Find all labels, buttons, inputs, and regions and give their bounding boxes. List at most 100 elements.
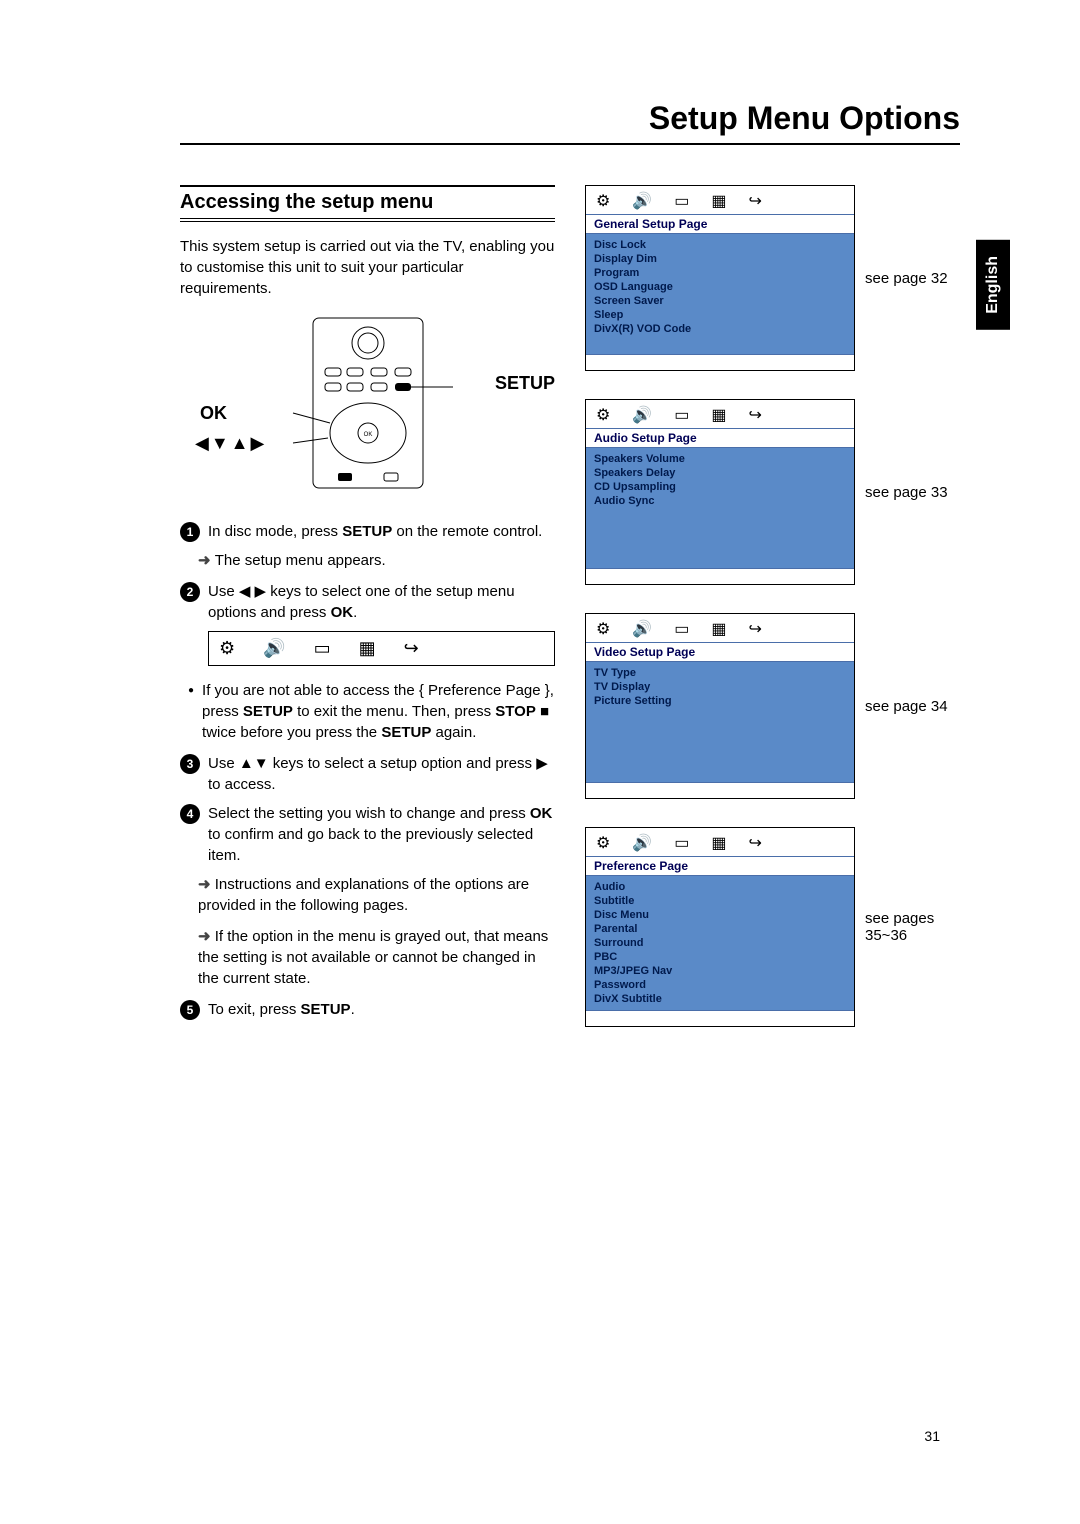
- osd-tab-row: ⚙ 🔊 ▭ ▦ ↪: [586, 400, 854, 428]
- left-column: Accessing the setup menu This system set…: [180, 185, 555, 1028]
- video-icon: ▭: [314, 638, 331, 659]
- step-number-icon: 5: [180, 1000, 200, 1020]
- osd-tab-icon: ⚙: [596, 191, 610, 211]
- osd-tab-row: ⚙ 🔊 ▭ ▦ ↪: [586, 828, 854, 856]
- osd-item: Disc Lock: [594, 238, 846, 252]
- osd-header: Audio Setup Page: [586, 428, 854, 448]
- osd-tab-icon: ⚙: [596, 833, 610, 853]
- osd-item: Subtitle: [594, 894, 846, 908]
- osd-tab-icon: ↪: [749, 833, 762, 853]
- osd-tab-row: ⚙🔊▭▦↪: [586, 614, 854, 642]
- osd-tab-icon: 🔊: [632, 619, 652, 639]
- osd-tab-row: ⚙ 🔊 ▭ ▦ ↪: [586, 186, 854, 214]
- osd-tab-icon: ⚙: [596, 405, 610, 425]
- osd-tab-icon: ▦: [711, 191, 726, 211]
- osd-tab-icon: ▭: [674, 405, 689, 425]
- arrows-label: ◀▼▲▶: [195, 433, 266, 454]
- osd-item: Surround: [594, 936, 846, 950]
- step-number-icon: 3: [180, 754, 200, 774]
- osd-tab-icon: ▦: [711, 619, 726, 639]
- remote-figure: OK SETUP ◀▼▲▶: [180, 313, 555, 503]
- osd-tab-icon: ⚙: [596, 619, 610, 639]
- osd-box: ⚙🔊▭▦↪Audio Setup PageSpeakers VolumeSpea…: [585, 399, 960, 585]
- step-4: 4 Select the setting you wish to change …: [180, 803, 555, 866]
- osd-header: Preference Page: [586, 856, 854, 876]
- svg-text:OK: OK: [363, 432, 372, 438]
- setup-label: SETUP: [495, 373, 555, 394]
- step-1: 1 In disc mode, press SETUP on the remot…: [180, 521, 555, 542]
- osd-item: Speakers Delay: [594, 466, 846, 480]
- osd-item: Program: [594, 266, 846, 280]
- osd-box: ⚙🔊▭▦↪Video Setup PageTV TypeTV DisplayPi…: [585, 613, 960, 799]
- step-4-sub2: If the option in the menu is grayed out,…: [180, 926, 555, 989]
- osd-footer: [586, 354, 854, 370]
- osd-item: PBC: [594, 950, 846, 964]
- osd-item: TV Display: [594, 680, 846, 694]
- osd-tab-icon: ▦: [711, 405, 726, 425]
- osd-item: Display Dim: [594, 252, 846, 266]
- osd-tab-icon: ▭: [674, 833, 689, 853]
- ok-label: OK: [200, 403, 227, 424]
- osd-item: DivX Subtitle: [594, 992, 846, 1006]
- osd-item: MP3/JPEG Nav: [594, 964, 846, 978]
- step-number-icon: 2: [180, 582, 200, 602]
- right-column: ⚙🔊▭▦↪General Setup PageDisc LockDisplay …: [585, 185, 960, 1028]
- step-5: 5 To exit, press SETUP.: [180, 999, 555, 1020]
- osd-item: TV Type: [594, 666, 846, 680]
- osd-item: Disc Menu: [594, 908, 846, 922]
- bullet-note: If you are not able to access the { Pref…: [180, 680, 555, 743]
- osd-screen: ⚙🔊▭▦↪Preference PageAudioSubtitleDisc Me…: [585, 827, 855, 1027]
- osd-box: ⚙🔊▭▦↪Preference PageAudioSubtitleDisc Me…: [585, 827, 960, 1027]
- step-number-icon: 1: [180, 522, 200, 542]
- step-3: 3 Use ▲▼ keys to select a setup option a…: [180, 753, 555, 795]
- osd-tab-icon: 🔊: [632, 405, 652, 425]
- intro-text: This system setup is carried out via the…: [180, 236, 555, 299]
- osd-body: AudioSubtitleDisc MenuParentalSurroundPB…: [586, 876, 854, 1010]
- osd-tab-icon: ↪: [749, 191, 762, 211]
- remote-svg-icon: OK: [243, 313, 493, 493]
- osd-tab-icon: ▭: [674, 191, 689, 211]
- page-title: Setup Menu Options: [180, 100, 960, 145]
- osd-header: Video Setup Page: [586, 642, 854, 662]
- osd-item: Audio: [594, 880, 846, 894]
- osd-box: ⚙🔊▭▦↪General Setup PageDisc LockDisplay …: [585, 185, 960, 371]
- osd-item: Parental: [594, 922, 846, 936]
- osd-tab-icon: 🔊: [632, 833, 652, 853]
- osd-tab-icon: ↪: [749, 619, 762, 639]
- page-ref: see page 34: [865, 698, 960, 715]
- page-number: 31: [924, 1428, 940, 1444]
- osd-item: CD Upsampling: [594, 480, 846, 494]
- section-title: Accessing the setup menu: [180, 185, 555, 222]
- step-4-sub1: Instructions and explanations of the opt…: [180, 874, 555, 916]
- page-ref: see page 33: [865, 484, 960, 501]
- speaker-icon: 🔊: [263, 638, 285, 659]
- osd-footer: [586, 1010, 854, 1026]
- page-ref: see page 32: [865, 270, 960, 287]
- osd-tab-icon: ↪: [749, 405, 762, 425]
- osd-tab-icon: ▦: [711, 833, 726, 853]
- exit-icon: ↪: [404, 638, 419, 659]
- osd-item: OSD Language: [594, 280, 846, 294]
- osd-body: TV TypeTV DisplayPicture Setting: [586, 662, 854, 782]
- osd-footer: [586, 782, 854, 798]
- settings-icon: ⚙: [219, 638, 235, 659]
- step-2: 2 Use ◀ ▶ keys to select one of the setu…: [180, 581, 555, 623]
- osd-item: DivX(R) VOD Code: [594, 322, 846, 336]
- osd-body: Disc LockDisplay DimProgramOSD Language S…: [586, 234, 854, 354]
- osd-item: Audio Sync: [594, 494, 846, 508]
- step-number-icon: 4: [180, 804, 200, 824]
- osd-screen: ⚙🔊▭▦↪Audio Setup PageSpeakers VolumeSpea…: [585, 399, 855, 585]
- osd-item: Password: [594, 978, 846, 992]
- page-ref: see pages 35~36: [865, 910, 960, 944]
- osd-item: Picture Setting: [594, 694, 846, 708]
- osd-tabs-inline: ⚙ 🔊 ▭ ▦ ↪: [208, 631, 555, 666]
- osd-footer: [586, 568, 854, 584]
- grid-icon: ▦: [359, 638, 376, 659]
- osd-header: General Setup Page: [586, 214, 854, 234]
- osd-body: Speakers VolumeSpeakers DelayCD Upsampli…: [586, 448, 854, 568]
- osd-item: Speakers Volume: [594, 452, 846, 466]
- osd-tab-icon: 🔊: [632, 191, 652, 211]
- step-1-sub: The setup menu appears.: [180, 550, 555, 571]
- osd-item: Sleep: [594, 308, 846, 322]
- language-tab: English: [976, 240, 1010, 330]
